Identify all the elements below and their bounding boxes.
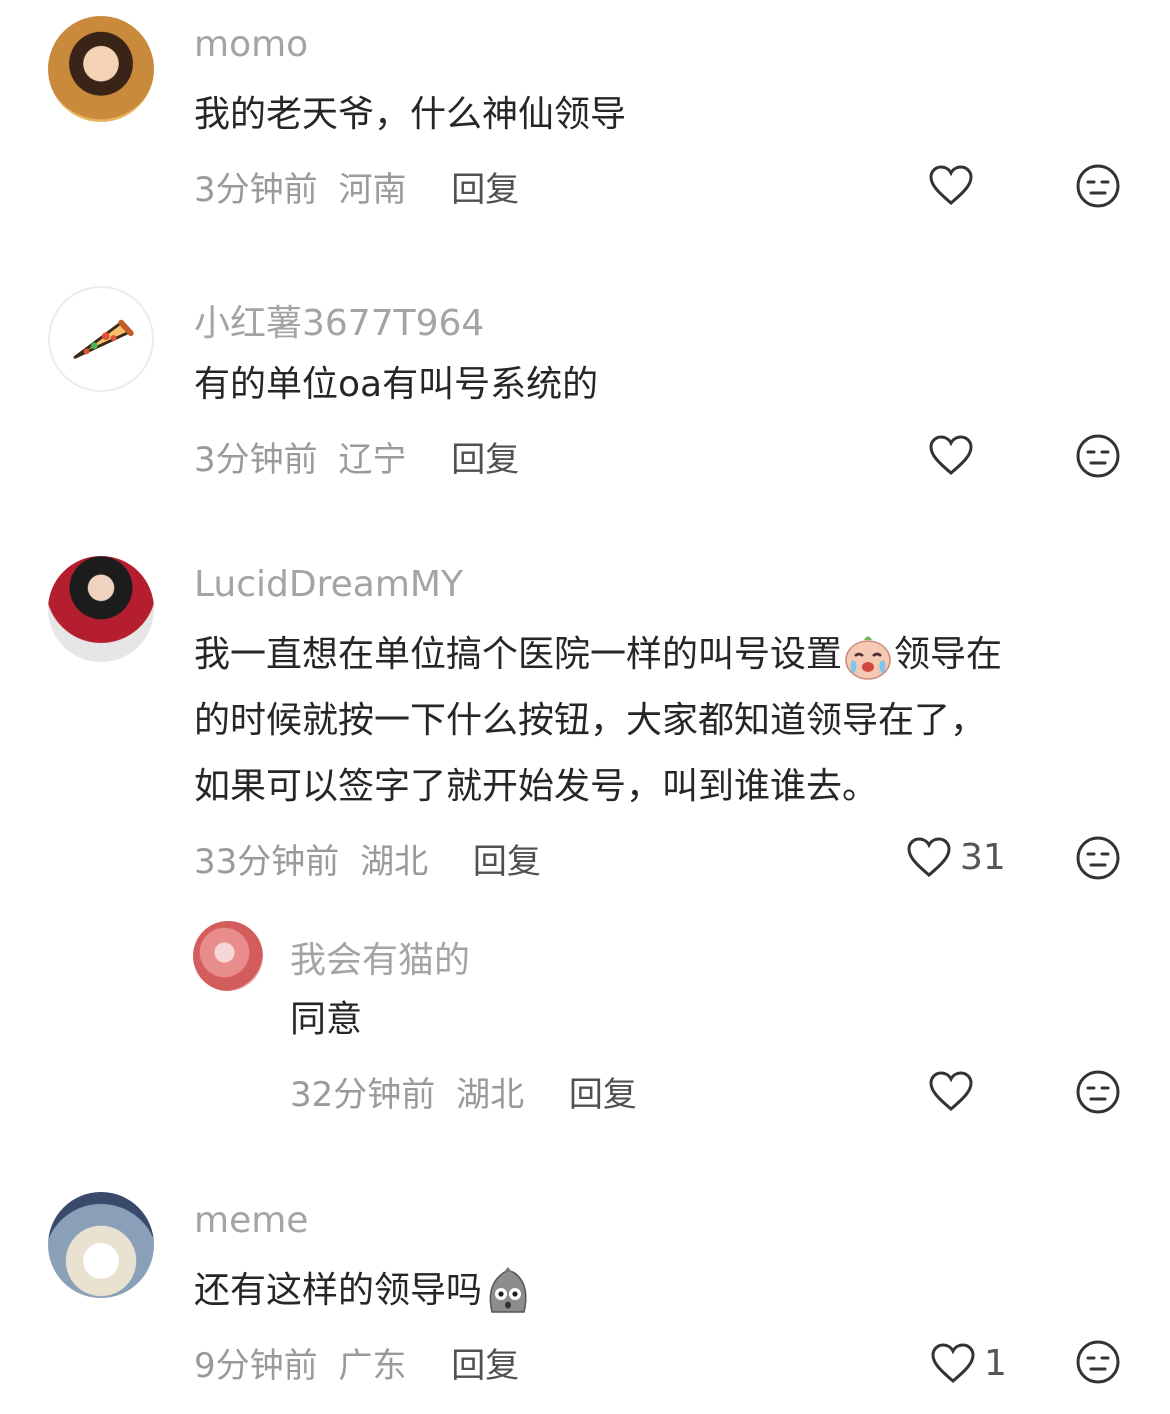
avatar[interactable] <box>193 921 263 991</box>
reply-button[interactable]: 回复 <box>451 1346 519 1386</box>
comment-item: LucidDreamMY 我一直想在单位搞个医院一样的叫号设置 领导在 的时候就按… <box>0 540 1170 900</box>
avatar[interactable] <box>48 286 154 392</box>
comment-text: 同意 <box>290 999 363 1040</box>
avatar[interactable] <box>48 16 154 122</box>
like-button[interactable] <box>928 1070 982 1112</box>
like-button[interactable] <box>928 434 982 476</box>
like-button[interactable]: 31 <box>906 836 1006 878</box>
username[interactable]: LucidDreamMY <box>194 564 463 605</box>
like-button[interactable]: 1 <box>930 1342 1007 1384</box>
pizza-icon <box>73 319 134 359</box>
reply-button[interactable]: 回复 <box>451 170 519 210</box>
timestamp: 9分钟前 <box>194 1346 318 1386</box>
comment-text: 我一直想在单位搞个医院一样的叫号设置 领导在 的时候就按一下什么按钮，大家都知道领… <box>194 622 1002 820</box>
reply-button[interactable]: 回复 <box>569 1075 637 1115</box>
comment-meta: 3分钟前 辽宁 回复 <box>194 432 529 481</box>
heart-outline-icon <box>929 435 973 475</box>
neutral-face-icon[interactable] <box>1076 434 1120 478</box>
location: 湖北 <box>360 842 429 882</box>
like-count: 1 <box>984 1342 1007 1384</box>
neutral-face-icon[interactable] <box>1076 164 1120 208</box>
comment-item: meme 还有这样的领导吗 9分钟前 广东 回复 1 <box>0 1176 1170 1414</box>
neutral-face-icon[interactable] <box>1076 836 1120 880</box>
comment-meta: 9分钟前 广东 回复 <box>194 1338 529 1387</box>
comment-meta: 3分钟前 河南 回复 <box>194 162 529 211</box>
comment-text: 有的单位oa有叫号系统的 <box>194 364 599 405</box>
timestamp: 32分钟前 <box>290 1075 436 1115</box>
comment-text: 我的老天爷，什么神仙领导 <box>194 94 627 135</box>
comment-text-line: 我一直想在单位搞个医院一样的叫号设置 领导在 <box>194 622 1002 688</box>
reply-button[interactable]: 回复 <box>451 440 519 480</box>
heart-outline-icon <box>929 165 973 205</box>
comment-text: 还有这样的领导吗 <box>194 1258 534 1324</box>
comment-item: momo 我的老天爷，什么神仙领导 3分钟前 河南 回复 <box>0 0 1170 260</box>
username[interactable]: 小红薯3677T964 <box>194 294 484 346</box>
location: 河南 <box>338 170 407 210</box>
comment-text-line: 的时候就按一下什么按钮，大家都知道领导在了， <box>194 700 987 741</box>
reply-item: 我会有猫的 同意 32分钟前 湖北 回复 <box>0 915 1170 1145</box>
heart-outline-icon <box>907 837 951 877</box>
location: 广东 <box>338 1346 407 1386</box>
username[interactable]: momo <box>194 24 308 65</box>
shocked-face-emoji <box>489 1267 527 1313</box>
timestamp: 3分钟前 <box>194 170 318 210</box>
timestamp: 33分钟前 <box>194 842 340 882</box>
crying-face-emoji <box>845 636 891 680</box>
comment-item: 小红薯3677T964 有的单位oa有叫号系统的 3分钟前 辽宁 回复 <box>0 270 1170 530</box>
avatar[interactable] <box>48 1192 154 1298</box>
heart-outline-icon <box>929 1071 973 1111</box>
like-button[interactable] <box>928 164 982 206</box>
like-count: 31 <box>960 836 1006 878</box>
username[interactable]: meme <box>194 1200 308 1241</box>
avatar[interactable] <box>48 556 154 662</box>
neutral-face-icon[interactable] <box>1076 1340 1120 1384</box>
location: 辽宁 <box>338 440 407 480</box>
comment-meta: 32分钟前 湖北 回复 <box>290 1067 647 1116</box>
username[interactable]: 我会有猫的 <box>290 931 470 983</box>
timestamp: 3分钟前 <box>194 440 318 480</box>
neutral-face-icon[interactable] <box>1076 1070 1120 1114</box>
heart-outline-icon <box>931 1343 975 1383</box>
comment-meta: 33分钟前 湖北 回复 <box>194 834 551 883</box>
reply-button[interactable]: 回复 <box>473 842 541 882</box>
comment-text-line: 如果可以签字了就开始发号，叫到谁谁去。 <box>194 766 879 807</box>
location: 湖北 <box>456 1075 525 1115</box>
